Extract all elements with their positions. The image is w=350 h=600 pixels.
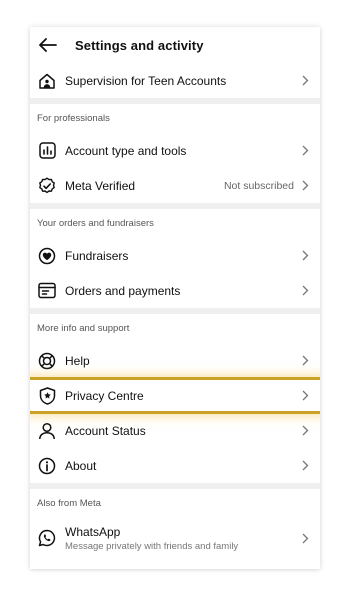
person-icon <box>37 421 57 441</box>
chevron-right-icon <box>300 460 310 472</box>
section-heading: Also from Meta <box>37 498 101 509</box>
menu-item-label: About <box>65 458 97 473</box>
menu-item-label: Help <box>65 353 90 368</box>
receipt-icon <box>37 281 57 301</box>
whatsapp-icon <box>37 528 57 548</box>
menu-item-label: Fundraisers <box>65 248 129 263</box>
section-heading: Your orders and fundraisers <box>37 218 154 229</box>
chevron-right-icon <box>300 250 310 262</box>
chevron-right-icon <box>300 75 310 87</box>
bar-chart-icon <box>37 141 57 161</box>
teen-supervision-icon <box>37 71 57 91</box>
menu-item-orders-payments[interactable]: Orders and payments <box>30 273 320 308</box>
section-heading: More info and support <box>37 323 130 334</box>
menu-item-label: WhatsApp <box>65 524 121 539</box>
menu-item-label: Orders and payments <box>65 283 181 298</box>
chevron-right-icon <box>300 390 310 402</box>
menu-item-subtitle: Message privately with friends and famil… <box>65 540 239 552</box>
menu-item-help[interactable]: Help <box>30 343 320 378</box>
heart-coin-icon <box>37 246 57 266</box>
menu-item-label: Account Status <box>65 423 146 438</box>
back-arrow-icon[interactable] <box>38 35 58 55</box>
settings-screen: Settings and activity Supervision for Te… <box>30 27 320 569</box>
menu-item-account-type[interactable]: Account type and tools <box>30 133 320 168</box>
chevron-right-icon <box>300 145 310 157</box>
section-heading: For professionals <box>37 113 110 124</box>
menu-item-account-status[interactable]: Account Status <box>30 413 320 448</box>
chevron-right-icon <box>300 425 310 437</box>
menu-item-teen-supervision[interactable]: Supervision for Teen Accounts <box>30 63 320 98</box>
menu-item-label: Privacy Centre <box>65 388 144 403</box>
menu-item-about[interactable]: About <box>30 448 320 483</box>
whatsapp-texts: WhatsApp Message privately with friends … <box>65 525 300 552</box>
menu-item-whatsapp[interactable]: WhatsApp Message privately with friends … <box>30 518 320 558</box>
menu-item-label: Meta Verified <box>65 178 136 193</box>
header-bar: Settings and activity <box>30 27 320 63</box>
chevron-right-icon <box>300 180 310 192</box>
lifebuoy-icon <box>37 351 57 371</box>
menu-item-privacy-centre[interactable]: Privacy Centre <box>30 377 320 414</box>
verified-badge-icon <box>37 176 57 196</box>
menu-item-fundraisers[interactable]: Fundraisers <box>30 238 320 273</box>
chevron-right-icon <box>300 285 310 297</box>
chevron-right-icon <box>300 532 310 544</box>
page-title: Settings and activity <box>75 37 204 53</box>
subscription-status: Not subscribed <box>223 179 294 192</box>
chevron-right-icon <box>300 355 310 367</box>
menu-item-label: Account type and tools <box>65 143 187 158</box>
menu-item-label: Supervision for Teen Accounts <box>65 73 227 88</box>
info-icon <box>37 456 57 476</box>
menu-item-meta-verified[interactable]: Meta Verified Not subscribed <box>30 168 320 203</box>
shield-star-icon <box>37 386 57 406</box>
